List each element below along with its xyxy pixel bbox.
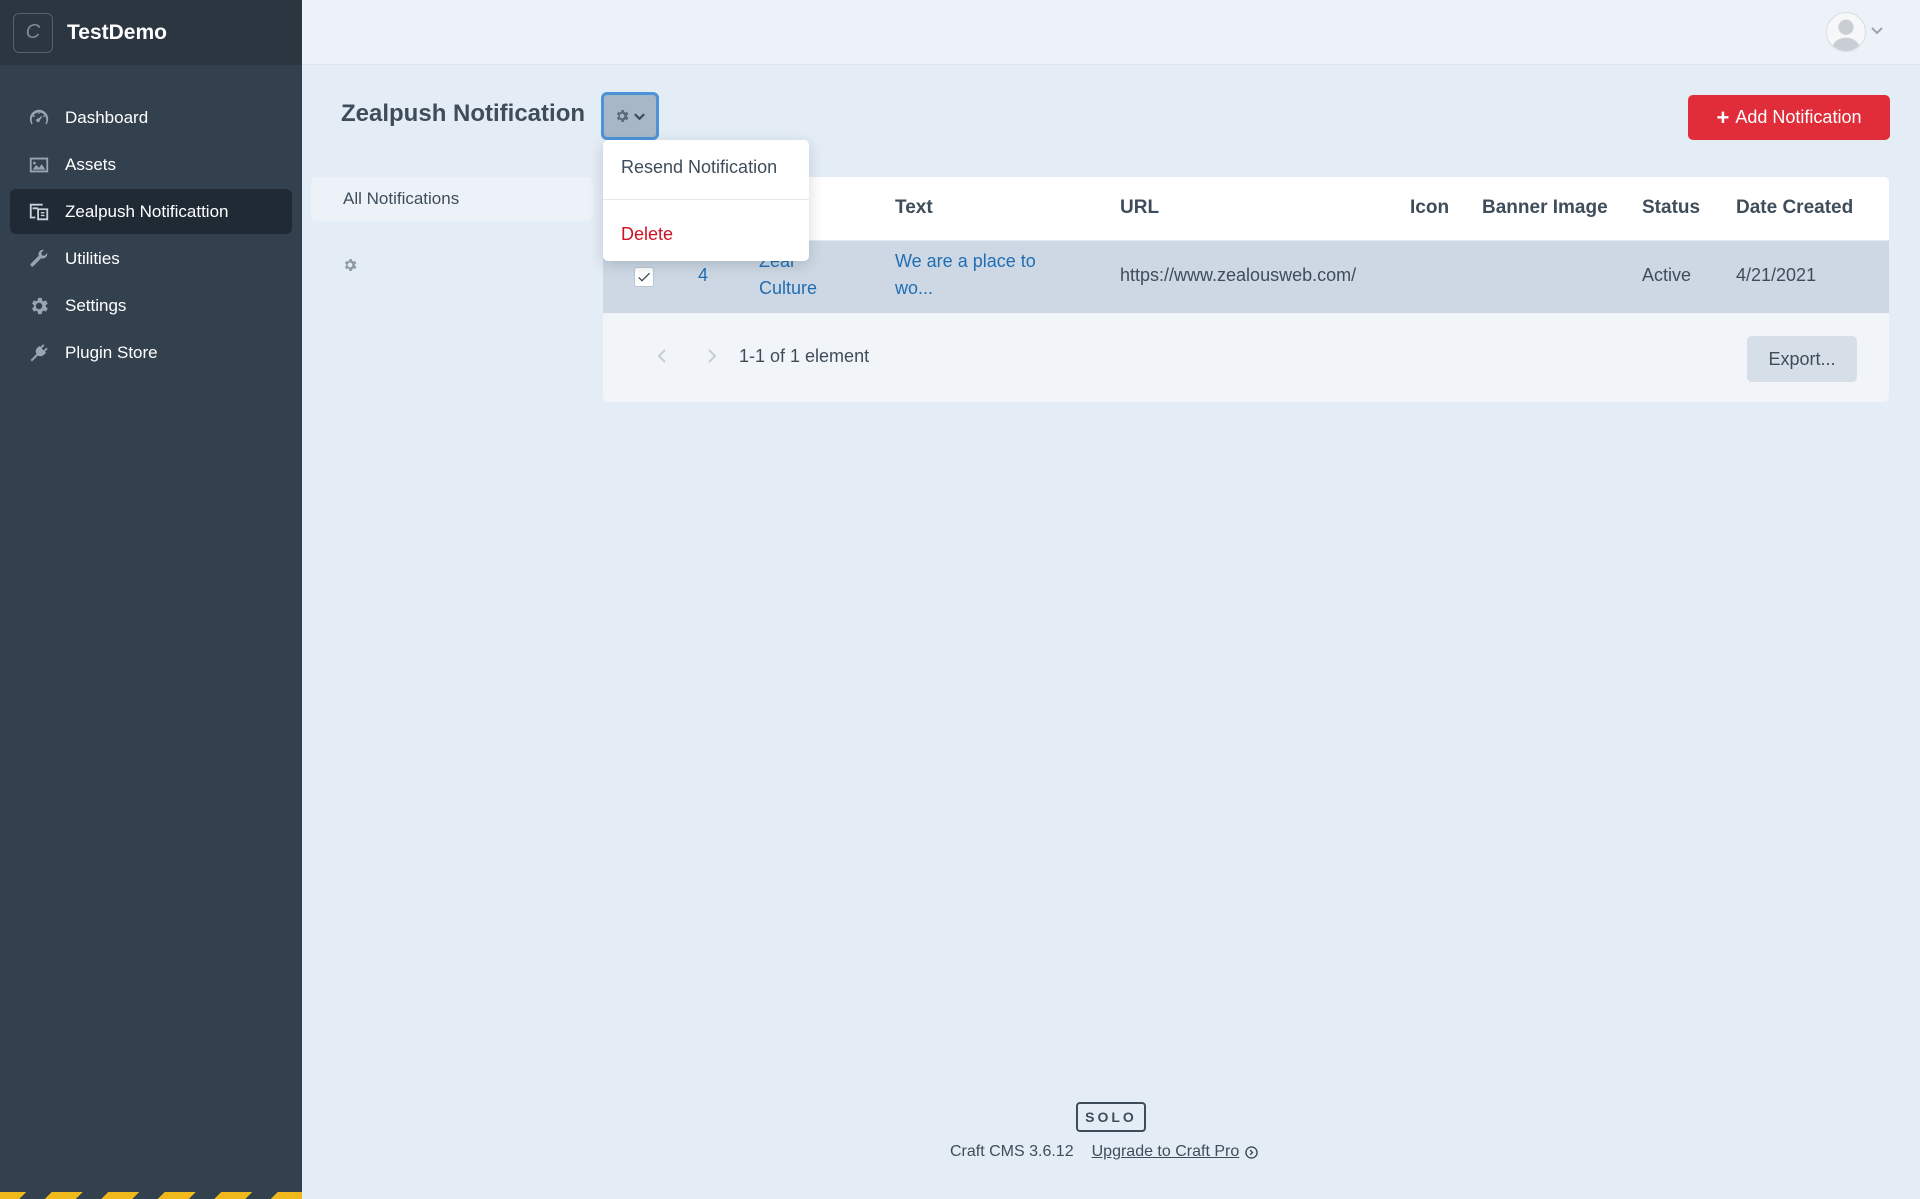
sidebar-header: C TestDemo bbox=[0, 0, 302, 65]
sidebar-item-plugin-store[interactable]: Plugin Store bbox=[10, 330, 292, 375]
upgrade-link[interactable]: Upgrade to Craft Pro bbox=[1092, 1143, 1259, 1161]
sidebar-item-label: Dashboard bbox=[65, 107, 149, 127]
gear-icon bbox=[28, 295, 50, 317]
sidebar-item-zealpush[interactable]: Zealpush Notificattion bbox=[10, 189, 292, 234]
plus-icon: + bbox=[1716, 104, 1730, 130]
user-avatar-icon bbox=[1831, 19, 1861, 51]
column-header-banner-image[interactable]: Banner Image bbox=[1482, 197, 1608, 219]
site-logo[interactable]: C bbox=[13, 12, 53, 53]
sidebar-item-assets[interactable]: Assets bbox=[10, 142, 292, 187]
sidebar-item-label: Settings bbox=[65, 295, 127, 315]
plugin-icon bbox=[28, 201, 50, 223]
gear-icon bbox=[616, 110, 629, 122]
row-text-line1[interactable]: We are a place to bbox=[895, 251, 1036, 272]
column-header-icon[interactable]: Icon bbox=[1410, 197, 1449, 219]
sidebar-item-label: Utilities bbox=[65, 248, 120, 268]
gauge-icon bbox=[28, 107, 50, 129]
menu-item-resend-notification[interactable]: Resend Notification bbox=[621, 157, 777, 178]
actions-menu-button[interactable] bbox=[601, 92, 659, 140]
chevron-right-icon bbox=[708, 349, 717, 363]
row-date-created: 4/21/2021 bbox=[1736, 265, 1817, 285]
row-text-line2[interactable]: wo... bbox=[895, 278, 933, 299]
row-checkbox[interactable] bbox=[634, 267, 654, 287]
dev-mode-stripe bbox=[0, 1192, 302, 1199]
sidebar-item-label: Plugin Store bbox=[65, 342, 158, 362]
sidebar-nav: Dashboard Assets Zealpush Notificattion … bbox=[0, 95, 302, 375]
sidebar-item-dashboard[interactable]: Dashboard bbox=[10, 95, 292, 140]
pagination-info: 1-1 of 1 element bbox=[739, 346, 870, 366]
upgrade-label: Upgrade to Craft Pro bbox=[1091, 1143, 1240, 1160]
menu-divider bbox=[603, 199, 809, 200]
add-notification-button[interactable]: + Add Notification bbox=[1688, 95, 1890, 140]
row-id[interactable]: 4 bbox=[698, 265, 708, 286]
avatar bbox=[1826, 12, 1866, 52]
export-label: Export... bbox=[1768, 348, 1836, 369]
row-url: https://www.zealousweb.com/ bbox=[1120, 265, 1357, 285]
chevron-down-icon bbox=[1870, 23, 1884, 42]
add-notification-label: Add Notification bbox=[1735, 107, 1862, 127]
previous-page-button[interactable] bbox=[655, 346, 669, 366]
column-header-url[interactable]: URL bbox=[1120, 197, 1159, 219]
column-header-status[interactable]: Status bbox=[1642, 197, 1700, 219]
account-menu[interactable] bbox=[1826, 12, 1884, 52]
footer-credits: Craft CMS 3.6.12 Upgrade to Craft Pro bbox=[950, 1143, 1259, 1161]
arrow-circle-icon bbox=[1245, 1145, 1259, 1159]
cms-version: Craft CMS 3.6.12 bbox=[950, 1143, 1074, 1160]
top-bar bbox=[302, 0, 1920, 65]
next-page-button[interactable] bbox=[705, 346, 719, 366]
checkmark-icon bbox=[638, 272, 650, 282]
sidebar-item-label: Assets bbox=[65, 154, 117, 174]
customize-sources-button[interactable] bbox=[342, 257, 358, 273]
sidebar-item-utilities[interactable]: Utilities bbox=[10, 236, 292, 281]
column-header-text[interactable]: Text bbox=[895, 197, 933, 219]
plug-icon bbox=[28, 342, 50, 364]
image-icon bbox=[28, 154, 50, 176]
edition-badge: SOLO bbox=[1076, 1102, 1146, 1132]
chevron-down-icon bbox=[634, 112, 645, 120]
gear-icon bbox=[344, 259, 357, 271]
row-title-line2[interactable]: Culture bbox=[759, 278, 817, 299]
chevron-left-icon bbox=[657, 349, 666, 363]
source-all-notifications[interactable]: All Notifications bbox=[311, 177, 593, 221]
edition-label: SOLO bbox=[1085, 1109, 1137, 1125]
site-name[interactable]: TestDemo bbox=[67, 21, 167, 45]
page-title: Zealpush Notification bbox=[341, 100, 586, 127]
table-footer: 1-1 of 1 element Export... bbox=[603, 313, 1889, 402]
sidebar: C TestDemo Dashboard Assets Zealpush Not… bbox=[0, 0, 302, 1199]
row-status: Active bbox=[1642, 265, 1692, 285]
sidebar-item-label: Zealpush Notificattion bbox=[65, 201, 229, 221]
sidebar-item-settings[interactable]: Settings bbox=[10, 283, 292, 328]
menu-item-delete[interactable]: Delete bbox=[621, 224, 673, 245]
column-header-date-created[interactable]: Date Created bbox=[1736, 197, 1853, 219]
wrench-icon bbox=[28, 248, 50, 270]
actions-dropdown-menu: Resend Notification Delete bbox=[603, 140, 809, 261]
export-button[interactable]: Export... bbox=[1747, 336, 1857, 382]
source-label: All Notifications bbox=[343, 189, 460, 208]
logo-letter: C bbox=[25, 21, 41, 43]
